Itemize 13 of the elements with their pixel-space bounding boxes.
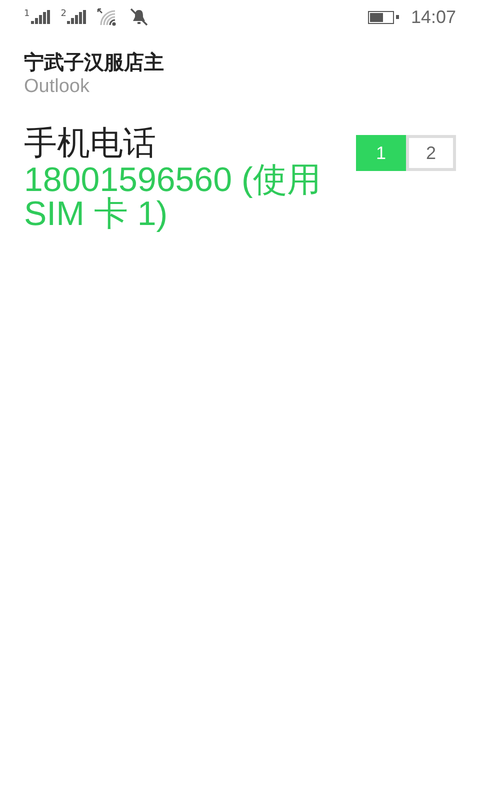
phone-number[interactable]: 18001596560 (使用 SIM 卡 1) [24, 163, 324, 231]
muted-bell-icon [129, 7, 150, 27]
sim-button[interactable]: 2 [406, 135, 456, 171]
signal-icon [30, 10, 51, 24]
battery-icon [368, 10, 399, 24]
sim-button[interactable]: 1 [356, 135, 406, 171]
sim-number: 1 [24, 10, 30, 19]
contact-name: 宁武子汉服店主 [24, 49, 165, 75]
phone-label: 手机电话 [24, 123, 157, 163]
signal-icon [67, 10, 88, 24]
clock-time: 14:07 [410, 6, 456, 28]
sim-number: 2 [60, 10, 66, 19]
account-label: Outlook [24, 75, 90, 99]
